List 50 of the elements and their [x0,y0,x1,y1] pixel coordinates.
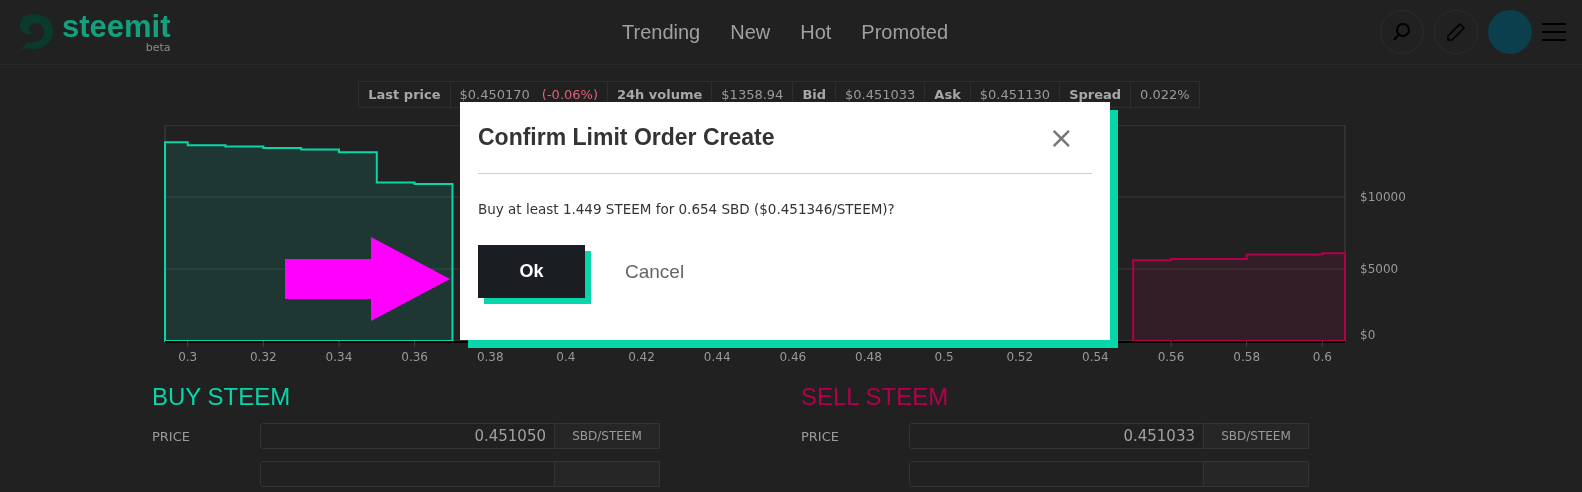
input-field[interactable]: 0.451033 [909,423,1204,449]
beta-label: beta [145,41,171,53]
ticker-value: $0.451130 [978,86,1052,104]
search-icon [1392,22,1412,42]
axis-tick-label: 0.3 [178,350,198,364]
axis-tick-label: 0.4 [556,350,576,364]
ticker-value: 0.022% [1139,86,1191,104]
nav-link[interactable]: Hot [800,20,832,44]
dialog-title: Confirm Limit Order Create [478,124,775,151]
nav-link[interactable]: New [730,20,771,44]
form-title: BUY STEEM [152,383,292,411]
axis-tick-label: 0.54 [1082,350,1109,364]
axis-tick-label: $10000 [1360,190,1406,204]
nav-link[interactable]: Trending [622,20,701,44]
axis-tick-label: 0.38 [476,350,504,364]
axis-tick-label: 0.44 [703,350,731,364]
axis-tick-label: 0.48 [855,350,882,364]
avatar[interactable] [1488,10,1532,54]
axis-tick-label: 0.42 [628,350,655,364]
ticker-value: $0.450170 [458,86,531,104]
input-field[interactable]: 0.451050 [260,423,555,449]
axis-tick-label: $5000 [1360,262,1399,276]
menu-icon[interactable] [1542,23,1566,41]
logo-wordmark[interactable]: steemit [62,11,171,42]
axis-tick-label: 0.5 [934,350,954,364]
ticker-label: Last price [359,82,451,107]
form-title: SELL STEEM [801,383,950,411]
pencil-icon [1446,22,1466,42]
cancel-button[interactable]: Cancel [625,260,685,283]
axis-tick-label: 0.52 [1006,350,1034,364]
ticker-value: $0.451033 [844,86,917,104]
price-change: (-0.06%) [540,86,599,104]
axis-tick-label: 0.34 [325,350,353,364]
field-label: PRICE [152,428,191,444]
unit-label: SBD/STEEM [555,423,660,449]
edit-button[interactable] [1434,10,1478,54]
axis-tick-label: 0.36 [401,350,428,364]
dialog-message: Buy at least 1.449 STEEM for 0.654 SBD ($0.451346/STEEM)? [478,201,896,217]
ticker-value: $1358.94 [720,86,785,104]
axis-tick-label: 0.56 [1157,350,1185,364]
field-label: PRICE [801,428,840,444]
axis-tick-label: 0.46 [779,350,807,364]
axis-tick-label: 0.32 [249,350,277,364]
search-button[interactable] [1380,10,1424,54]
axis-tick-label: $0 [1360,328,1376,342]
axis-tick-label: 0.6 [1312,350,1332,364]
axis-tick-label: 0.58 [1233,350,1261,364]
close-button[interactable]: × [1048,122,1074,153]
nav-link[interactable]: Promoted [861,20,949,44]
unit-label: SBD/STEEM [1204,423,1309,449]
